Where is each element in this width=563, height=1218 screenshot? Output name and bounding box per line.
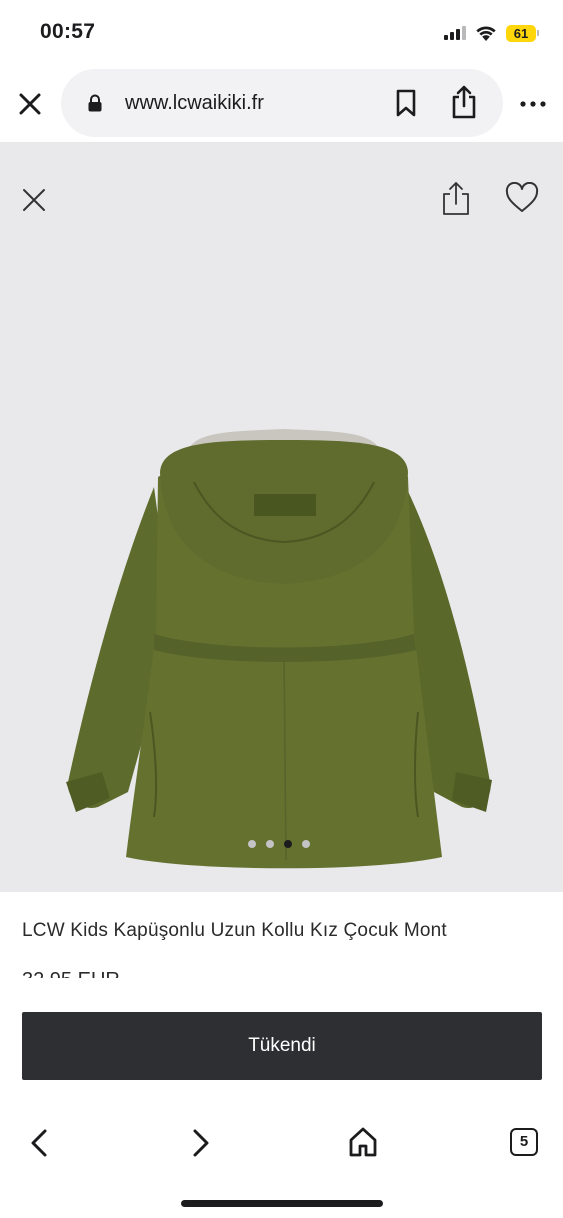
carousel-dot[interactable] — [248, 840, 256, 848]
wifi-icon — [476, 26, 496, 41]
status-time: 00:57 — [40, 20, 96, 43]
carousel-dot[interactable] — [266, 840, 274, 848]
product-price-container: 32,95 EUR — [22, 964, 322, 978]
battery-level: 61 — [506, 24, 536, 42]
home-indicator — [181, 1200, 383, 1207]
share-icon[interactable] — [449, 84, 479, 120]
close-icon[interactable] — [14, 88, 46, 120]
carousel-dot[interactable] — [302, 840, 310, 848]
product-image-gallery[interactable] — [0, 142, 563, 892]
lock-icon — [88, 94, 102, 112]
url-text: www.lcwaikiki.fr — [125, 92, 264, 114]
product-title: LCW Kids Kapüşonlu Uzun Kollu Kız Çocuk … — [22, 920, 447, 941]
browser-address-bar: www.lcwaikiki.fr — [0, 66, 563, 142]
product-price: 32,95 EUR — [22, 969, 120, 978]
close-icon[interactable] — [18, 184, 50, 216]
more-icon[interactable] — [518, 94, 548, 114]
tabs-icon[interactable]: 5 — [510, 1128, 538, 1156]
forward-icon[interactable] — [186, 1128, 214, 1158]
status-bar: 00:57 61 — [0, 0, 563, 66]
url-field[interactable]: www.lcwaikiki.fr — [61, 69, 503, 137]
carousel-dot-active[interactable] — [284, 840, 292, 848]
share-icon[interactable] — [440, 180, 472, 216]
home-icon[interactable] — [347, 1126, 379, 1158]
back-icon[interactable] — [26, 1128, 54, 1158]
heart-icon[interactable] — [504, 182, 540, 214]
battery-icon: 61 — [506, 24, 539, 42]
status-indicators: 61 — [444, 24, 539, 42]
product-image — [66, 429, 492, 869]
bookmark-icon[interactable] — [393, 89, 419, 117]
carousel-indicator[interactable] — [248, 840, 310, 848]
cellular-signal-icon — [444, 26, 466, 40]
sold-out-button[interactable]: Tükendi — [22, 1012, 542, 1080]
